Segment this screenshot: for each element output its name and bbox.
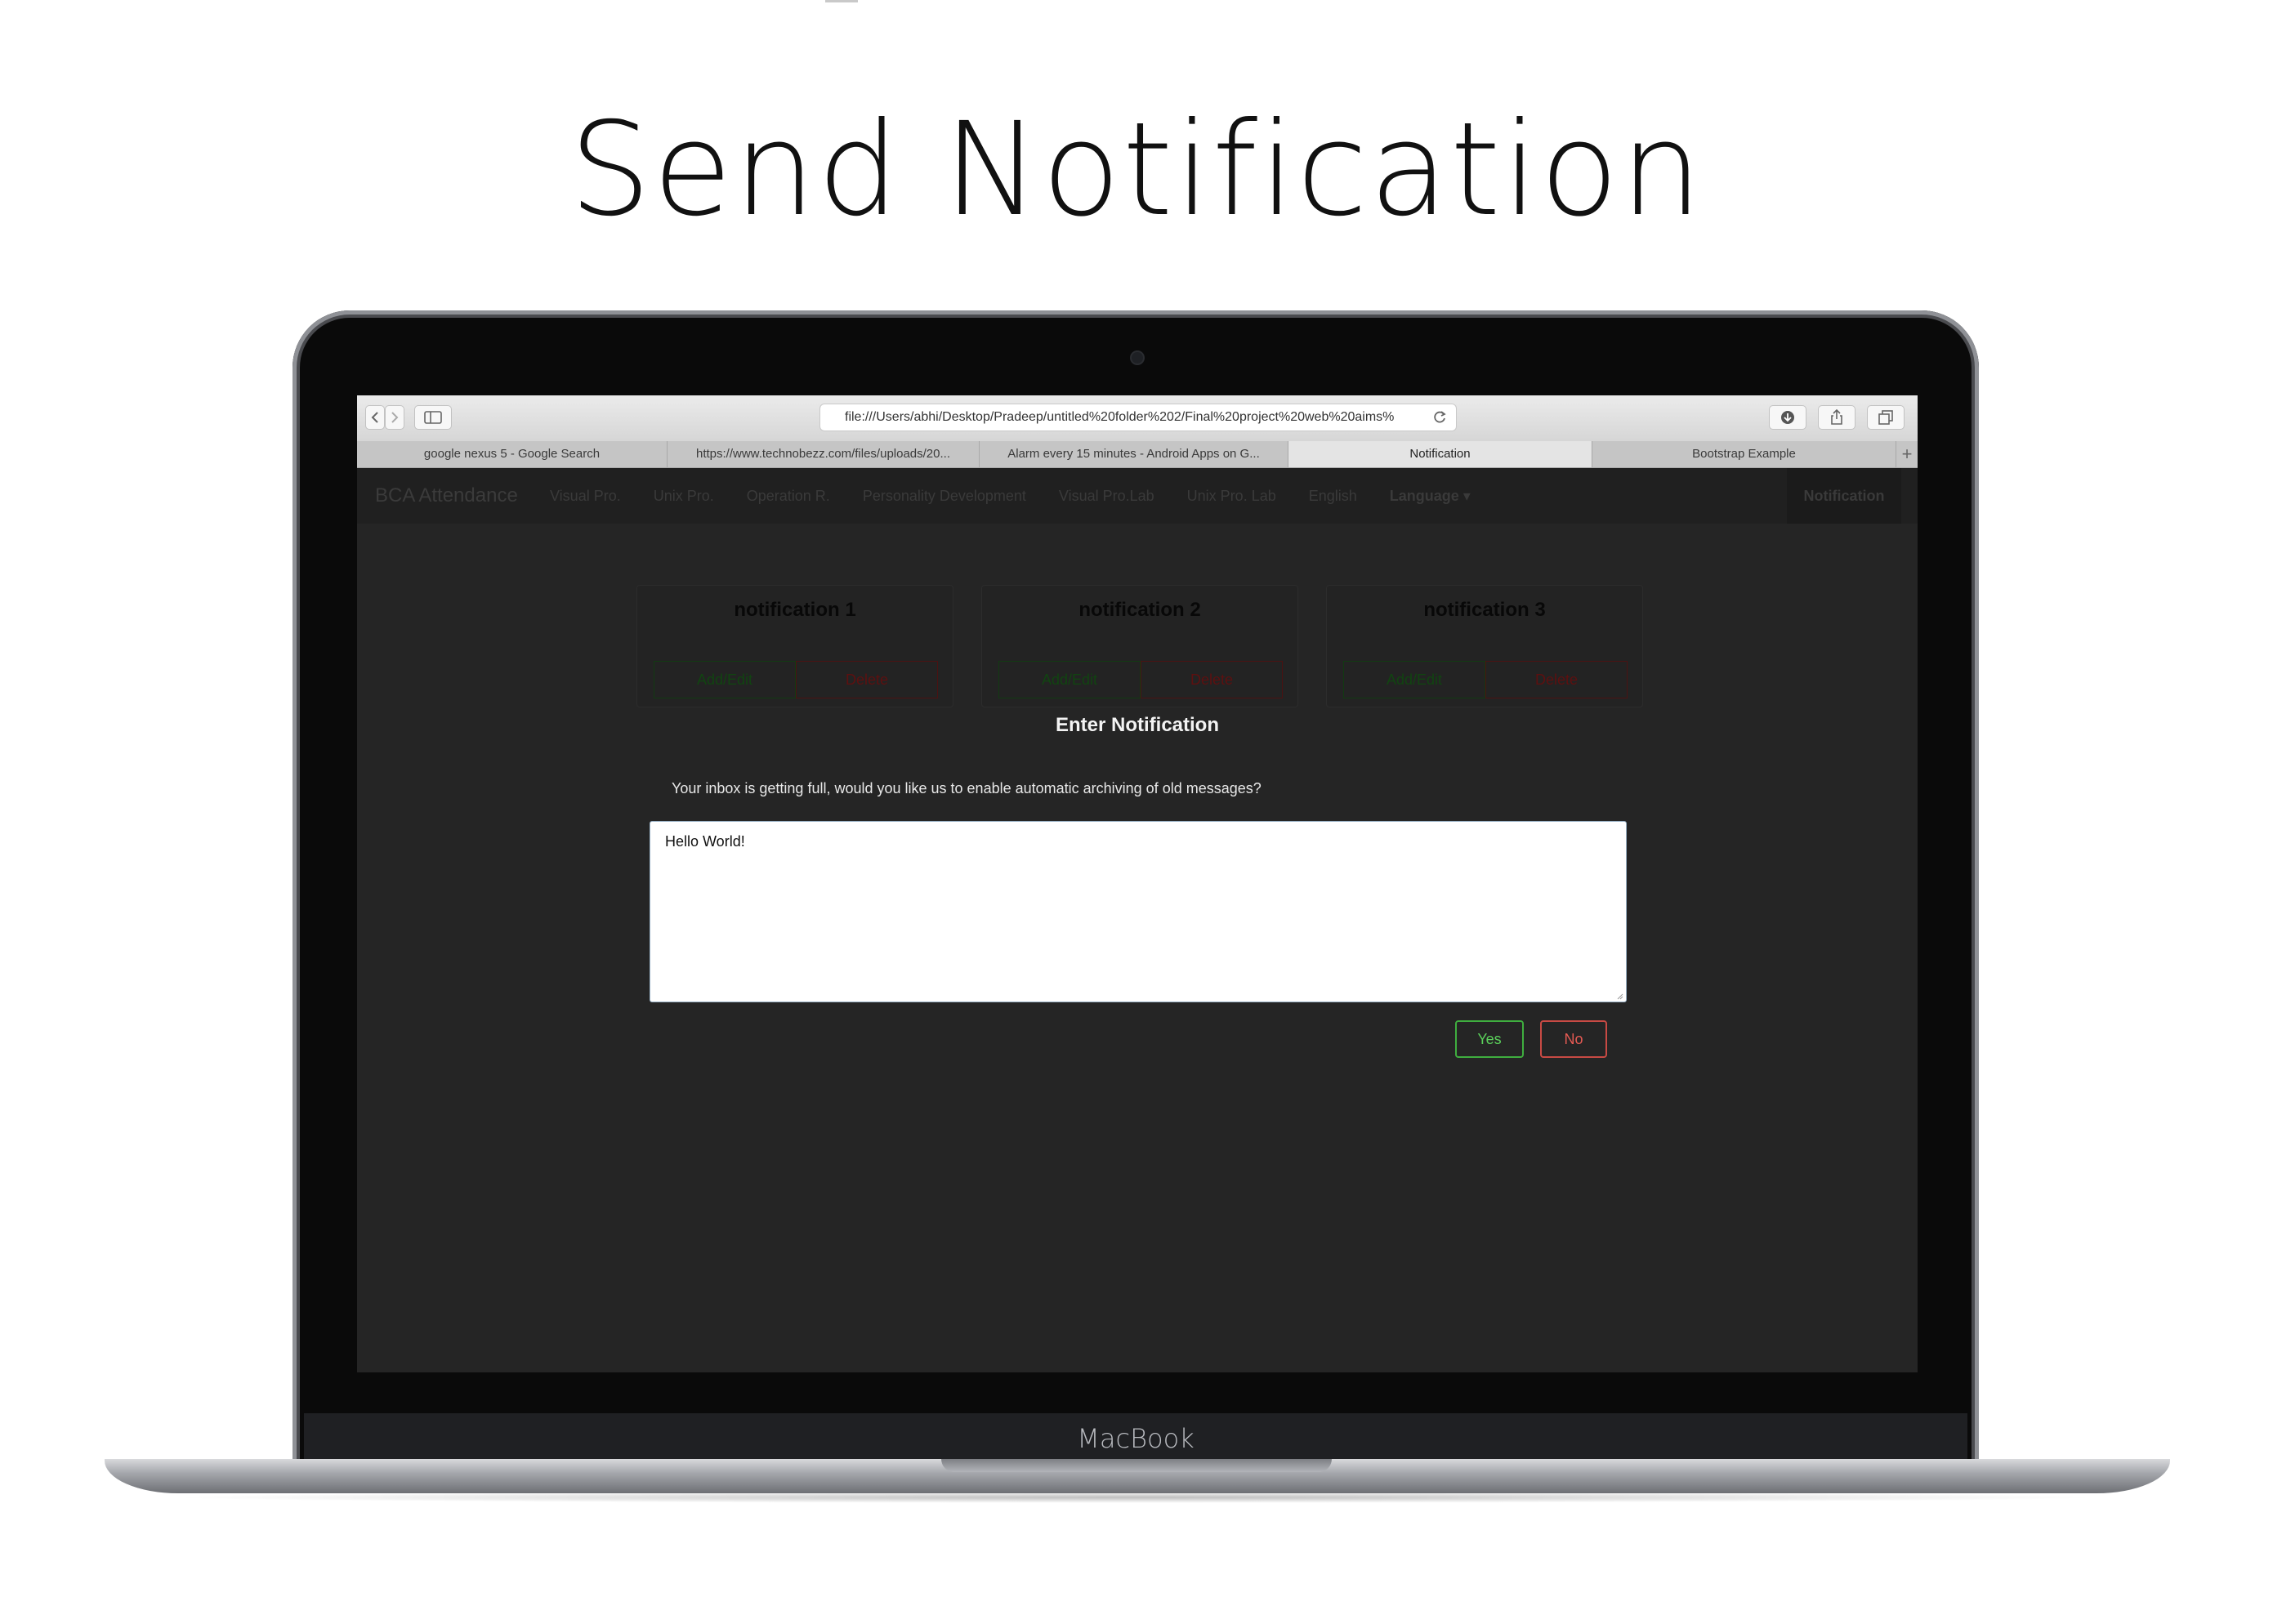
notification-card: notification 1 Add/Edit Delete <box>636 585 953 707</box>
page-title: Send Notification <box>569 95 1704 245</box>
new-tab-button[interactable]: + <box>1896 441 1918 467</box>
nav-links: Visual Pro. Unix Pro. Operation R. Perso… <box>550 468 1503 524</box>
add-edit-button[interactable]: Add/Edit <box>1343 661 1485 698</box>
browser-tab[interactable]: https://www.technobezz.com/files/uploads… <box>668 441 980 467</box>
laptop-notch <box>941 1459 1332 1472</box>
download-icon <box>1781 411 1794 424</box>
brand-link[interactable]: BCA Attendance <box>375 468 518 524</box>
nav-item-notification[interactable]: Notification <box>1787 468 1901 524</box>
card-title: notification 1 <box>734 599 856 621</box>
nav-item-english[interactable]: English <box>1309 468 1357 524</box>
browser-tab[interactable]: google nexus 5 - Google Search <box>357 441 668 467</box>
back-button[interactable] <box>365 405 385 430</box>
delete-button[interactable]: Delete <box>1485 661 1628 698</box>
resize-handle-icon[interactable] <box>1615 992 1623 1000</box>
add-edit-button[interactable]: Add/Edit <box>654 661 796 698</box>
nav-item-personality-development[interactable]: Personality Development <box>863 468 1026 524</box>
card-actions: Add/Edit Delete <box>1343 661 1628 698</box>
url-text: file:///Users/abhi/Desktop/Pradeep/untit… <box>845 410 1395 424</box>
forward-button[interactable] <box>385 405 404 430</box>
sidebar-icon <box>424 411 442 424</box>
nav-item-operation-r[interactable]: Operation R. <box>747 468 830 524</box>
page: Send Notification MacBook file:///Users/… <box>0 0 2273 1624</box>
screen: file:///Users/abhi/Desktop/Pradeep/untit… <box>357 395 1918 1372</box>
card-title: notification 2 <box>1078 599 1201 621</box>
chevron-left-icon <box>371 412 378 423</box>
delete-button[interactable]: Delete <box>796 661 938 698</box>
sidebar-toggle-button[interactable] <box>414 405 452 430</box>
nav-item-unix-pro-lab[interactable]: Unix Pro. Lab <box>1187 468 1276 524</box>
card-title: notification 3 <box>1423 599 1546 621</box>
chevron-right-icon <box>391 412 399 423</box>
notification-card: notification 3 Add/Edit Delete <box>1326 585 1643 707</box>
browser-toolbar: file:///Users/abhi/Desktop/Pradeep/untit… <box>357 395 1918 442</box>
yes-button[interactable]: Yes <box>1455 1020 1524 1058</box>
add-edit-button[interactable]: Add/Edit <box>998 661 1141 698</box>
browser-tab[interactable]: Alarm every 15 minutes - Android Apps on… <box>980 441 1288 467</box>
app-navbar: BCA Attendance Visual Pro. Unix Pro. Ope… <box>357 468 1918 524</box>
notification-card: notification 2 Add/Edit Delete <box>981 585 1298 707</box>
no-button[interactable]: No <box>1540 1020 1607 1058</box>
tabs-icon <box>1878 410 1893 425</box>
card-actions: Add/Edit Delete <box>998 661 1283 698</box>
laptop-shadow <box>163 1492 2108 1503</box>
delete-button[interactable]: Delete <box>1141 661 1283 698</box>
notification-textarea[interactable]: Hello World! <box>650 821 1627 1002</box>
top-divider-mark <box>825 0 858 2</box>
share-button[interactable] <box>1818 405 1855 430</box>
browser-tabs: google nexus 5 - Google Search https://w… <box>357 441 1918 468</box>
modal-message: Your inbox is getting full, would you li… <box>672 780 1262 796</box>
nav-item-language-dropdown[interactable]: Language ▾ <box>1390 468 1471 524</box>
nav-item-unix-pro[interactable]: Unix Pro. <box>654 468 714 524</box>
share-icon <box>1831 409 1842 425</box>
reload-icon[interactable] <box>1431 409 1448 426</box>
address-bar[interactable]: file:///Users/abhi/Desktop/Pradeep/untit… <box>819 404 1457 431</box>
browser-tab-active[interactable]: Notification <box>1288 441 1592 467</box>
card-actions: Add/Edit Delete <box>654 661 938 698</box>
modal-title: Enter Notification <box>1055 714 1219 736</box>
nav-item-visual-pro-lab[interactable]: Visual Pro.Lab <box>1059 468 1154 524</box>
browser-tab[interactable]: Bootstrap Example <box>1592 441 1896 467</box>
downloads-button[interactable] <box>1769 405 1806 430</box>
nav-item-visual-pro[interactable]: Visual Pro. <box>550 468 621 524</box>
camera-icon <box>1132 352 1143 364</box>
tabs-overview-button[interactable] <box>1867 405 1905 430</box>
device-label: MacBook <box>1077 1423 1195 1454</box>
